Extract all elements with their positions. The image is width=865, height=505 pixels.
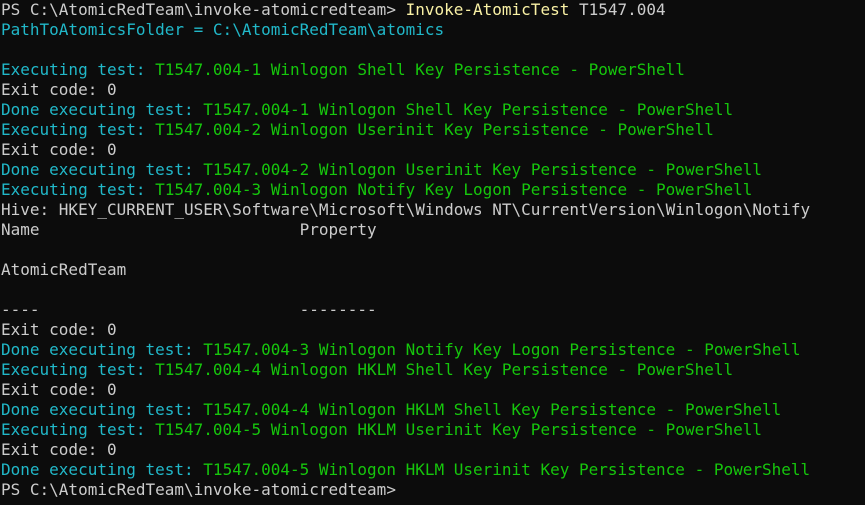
terminal-text: T1547.004-2 Winlogon Userinit Key Persis…	[203, 160, 762, 179]
terminal-line: ---- --------	[0, 300, 865, 320]
terminal-line: Name Property	[0, 220, 865, 240]
terminal-line: Exit code: 0	[0, 380, 865, 400]
terminal-text: T1547.004-5 Winlogon HKLM Userinit Key P…	[155, 420, 762, 439]
terminal-text: Done executing test:	[1, 160, 204, 179]
terminal-text: Done executing test:	[1, 400, 204, 419]
terminal-text: PS C:\AtomicRedTeam\invoke-atomicredteam…	[1, 480, 396, 499]
terminal-line: PathToAtomicsFolder = C:\AtomicRedTeam\a…	[0, 20, 865, 40]
terminal-text: T1547.004-2 Winlogon Userinit Key Persis…	[155, 120, 714, 139]
terminal-text: Executing test:	[1, 120, 156, 139]
terminal-text: Name Property	[1, 220, 377, 239]
terminal-text: PS C:\AtomicRedTeam\invoke-atomicredteam…	[1, 0, 406, 19]
terminal-line: Executing test: T1547.004-1 Winlogon She…	[0, 60, 865, 80]
terminal-text: AtomicRedTeam	[1, 260, 127, 279]
terminal-text: PathToAtomicsFolder = C:\AtomicRedTeam\a…	[1, 20, 445, 39]
terminal-text: T1547.004-3 Winlogon Notify Key Logon Pe…	[155, 180, 753, 199]
terminal-text: T1547.004-1 Winlogon Shell Key Persisten…	[155, 60, 685, 79]
terminal-line: PS C:\AtomicRedTeam\invoke-atomicredteam…	[0, 0, 865, 20]
terminal-line: Done executing test: T1547.004-4 Winlogo…	[0, 400, 865, 420]
terminal-text: Exit code: 0	[1, 140, 117, 159]
terminal-text: Exit code: 0	[1, 320, 117, 339]
terminal-line: AtomicRedTeam	[0, 260, 865, 280]
terminal-text: T1547.004-3 Winlogon Notify Key Logon Pe…	[203, 340, 801, 359]
terminal-text: T1547.004-1 Winlogon Shell Key Persisten…	[203, 100, 734, 119]
powershell-terminal[interactable]: PS C:\AtomicRedTeam\invoke-atomicredteam…	[0, 0, 865, 505]
terminal-text: Executing test:	[1, 420, 156, 439]
terminal-line: Executing test: T1547.004-3 Winlogon Not…	[0, 180, 865, 200]
terminal-text: Executing test:	[1, 180, 156, 199]
terminal-text: Done executing test:	[1, 340, 204, 359]
terminal-line: Done executing test: T1547.004-5 Winlogo…	[0, 460, 865, 480]
terminal-text: Hive: HKEY_CURRENT_USER\Software\Microso…	[1, 200, 811, 219]
terminal-line: Executing test: T1547.004-4 Winlogon HKL…	[0, 360, 865, 380]
terminal-line: Executing test: T1547.004-2 Winlogon Use…	[0, 120, 865, 140]
terminal-line: PS C:\AtomicRedTeam\invoke-atomicredteam…	[0, 480, 865, 500]
terminal-text: ---- --------	[1, 300, 377, 319]
terminal-text: T1547.004-5 Winlogon HKLM Userinit Key P…	[203, 460, 811, 479]
terminal-line: Done executing test: T1547.004-2 Winlogo…	[0, 160, 865, 180]
terminal-text: Invoke-AtomicTest	[405, 0, 570, 19]
terminal-line: Exit code: 0	[0, 320, 865, 340]
terminal-line: Exit code: 0	[0, 80, 865, 100]
terminal-line: Done executing test: T1547.004-1 Winlogo…	[0, 100, 865, 120]
terminal-text: Done executing test:	[1, 100, 204, 119]
terminal-text: Executing test:	[1, 60, 156, 79]
terminal-text: Executing test:	[1, 360, 156, 379]
terminal-line: Executing test: T1547.004-5 Winlogon HKL…	[0, 420, 865, 440]
terminal-text: Exit code: 0	[1, 440, 117, 459]
terminal-line: Hive: HKEY_CURRENT_USER\Software\Microso…	[0, 200, 865, 220]
terminal-text: T1547.004-4 Winlogon HKLM Shell Key Pers…	[155, 360, 734, 379]
terminal-line: Exit code: 0	[0, 440, 865, 460]
terminal-text: Exit code: 0	[1, 80, 117, 99]
terminal-text: T1547.004-4 Winlogon HKLM Shell Key Pers…	[203, 400, 782, 419]
terminal-text: Exit code: 0	[1, 380, 117, 399]
terminal-line: Exit code: 0	[0, 140, 865, 160]
terminal-text: T1547.004	[569, 0, 666, 19]
terminal-text: Done executing test:	[1, 460, 204, 479]
terminal-line: Done executing test: T1547.004-3 Winlogo…	[0, 340, 865, 360]
